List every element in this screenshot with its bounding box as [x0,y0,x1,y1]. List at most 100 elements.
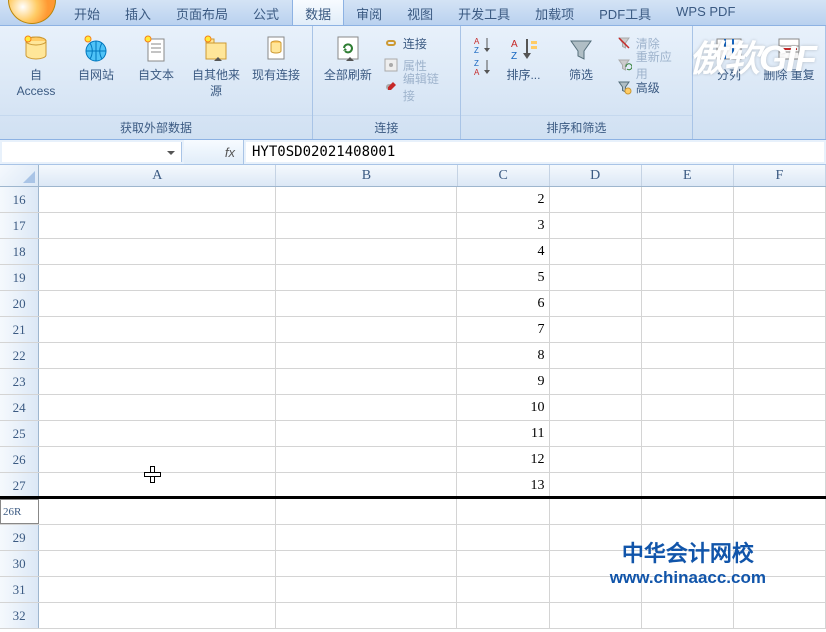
row-head[interactable]: 17 [0,213,39,238]
cell[interactable] [734,603,826,628]
cell[interactable] [734,395,826,420]
cell[interactable] [642,291,734,316]
cell[interactable] [734,499,826,524]
cell[interactable] [39,395,276,420]
cell[interactable] [550,499,642,524]
cell[interactable]: 9 [457,369,549,394]
cell[interactable] [642,213,734,238]
cell[interactable] [550,291,642,316]
row-head[interactable]: 23 [0,369,39,394]
cell[interactable] [642,187,734,212]
cell[interactable] [550,343,642,368]
cell[interactable] [276,291,457,316]
row-head[interactable]: 20 [0,291,39,316]
cell[interactable]: 5 [457,265,549,290]
row-head[interactable]: 30 [0,551,39,576]
cell[interactable] [550,395,642,420]
row-head[interactable]: 21 [0,317,39,342]
cell[interactable] [39,213,276,238]
col-B[interactable]: B [276,165,457,186]
cell[interactable] [39,577,276,602]
advanced[interactable]: 高级 [612,76,684,98]
cell[interactable] [457,525,549,550]
cell[interactable] [734,291,826,316]
cell[interactable] [39,187,276,212]
sort[interactable]: AZ排序... [497,30,550,87]
cell[interactable] [39,343,276,368]
cell[interactable] [39,447,276,472]
cell[interactable] [457,499,549,524]
cell[interactable] [276,603,457,628]
cell[interactable] [457,551,549,576]
cell[interactable] [642,369,734,394]
cell[interactable] [642,447,734,472]
tab-9[interactable]: PDF工具 [587,0,664,25]
cell[interactable] [734,265,826,290]
row-head[interactable]: 16 [0,187,39,212]
tab-0[interactable]: 开始 [62,0,113,25]
remove-dup[interactable]: 删除 重复 [761,30,817,87]
cell[interactable]: 8 [457,343,549,368]
cell[interactable] [550,421,642,446]
formula-input[interactable] [246,142,824,162]
cell[interactable] [457,577,549,602]
cell[interactable] [734,473,826,496]
cell[interactable] [550,577,642,602]
tab-4[interactable]: 数据 [292,0,344,25]
cell[interactable] [39,603,276,628]
cell[interactable] [550,317,642,342]
row-head[interactable]: 24 [0,395,39,420]
cell[interactable] [457,603,549,628]
cell[interactable]: 4 [457,239,549,264]
cell[interactable] [642,343,734,368]
tab-5[interactable]: 审阅 [344,0,395,25]
tab-6[interactable]: 视图 [395,0,446,25]
cell[interactable] [734,343,826,368]
cell[interactable] [734,317,826,342]
row-head[interactable]: 32 [0,603,39,628]
row-head[interactable]: 25 [0,421,39,446]
cell[interactable]: 12 [457,447,549,472]
cell[interactable] [276,395,457,420]
cell[interactable]: 11 [457,421,549,446]
cell[interactable] [39,421,276,446]
cell[interactable] [642,395,734,420]
col-A[interactable]: A [39,165,276,186]
row-head[interactable]: 31 [0,577,39,602]
fx-label[interactable]: fx [184,140,244,164]
cell[interactable] [276,447,457,472]
cell[interactable] [642,551,734,576]
cell[interactable] [39,317,276,342]
cell[interactable] [276,369,457,394]
col-C[interactable]: C [458,165,550,186]
row-head[interactable]: 19 [0,265,39,290]
row-head[interactable]: 29 [0,525,39,550]
sort-asc[interactable]: AZ [469,32,493,54]
cell[interactable] [276,265,457,290]
col-D[interactable]: D [550,165,642,186]
cell[interactable] [642,239,734,264]
cell[interactable] [550,187,642,212]
filter[interactable]: 筛选 [554,30,607,87]
cell[interactable] [642,317,734,342]
cell[interactable] [642,525,734,550]
sort-desc[interactable]: ZA [469,54,493,76]
cell[interactable] [276,213,457,238]
existing-conn[interactable]: 现有连接 [248,30,304,87]
col-E[interactable]: E [642,165,734,186]
cell[interactable] [276,421,457,446]
cell[interactable] [39,525,276,550]
cell[interactable] [734,577,826,602]
cell[interactable]: 3 [457,213,549,238]
cell[interactable] [734,369,826,394]
cell[interactable] [734,421,826,446]
text-to-col[interactable]: 分列 [701,30,757,87]
from-other[interactable]: 自其他来源 [188,30,244,102]
cell[interactable] [276,551,457,576]
cell[interactable] [39,265,276,290]
cell[interactable] [550,447,642,472]
name-box[interactable] [2,142,182,162]
from-web[interactable]: 自网站 [68,30,124,87]
cell[interactable]: 10 [457,395,549,420]
cell[interactable] [276,577,457,602]
